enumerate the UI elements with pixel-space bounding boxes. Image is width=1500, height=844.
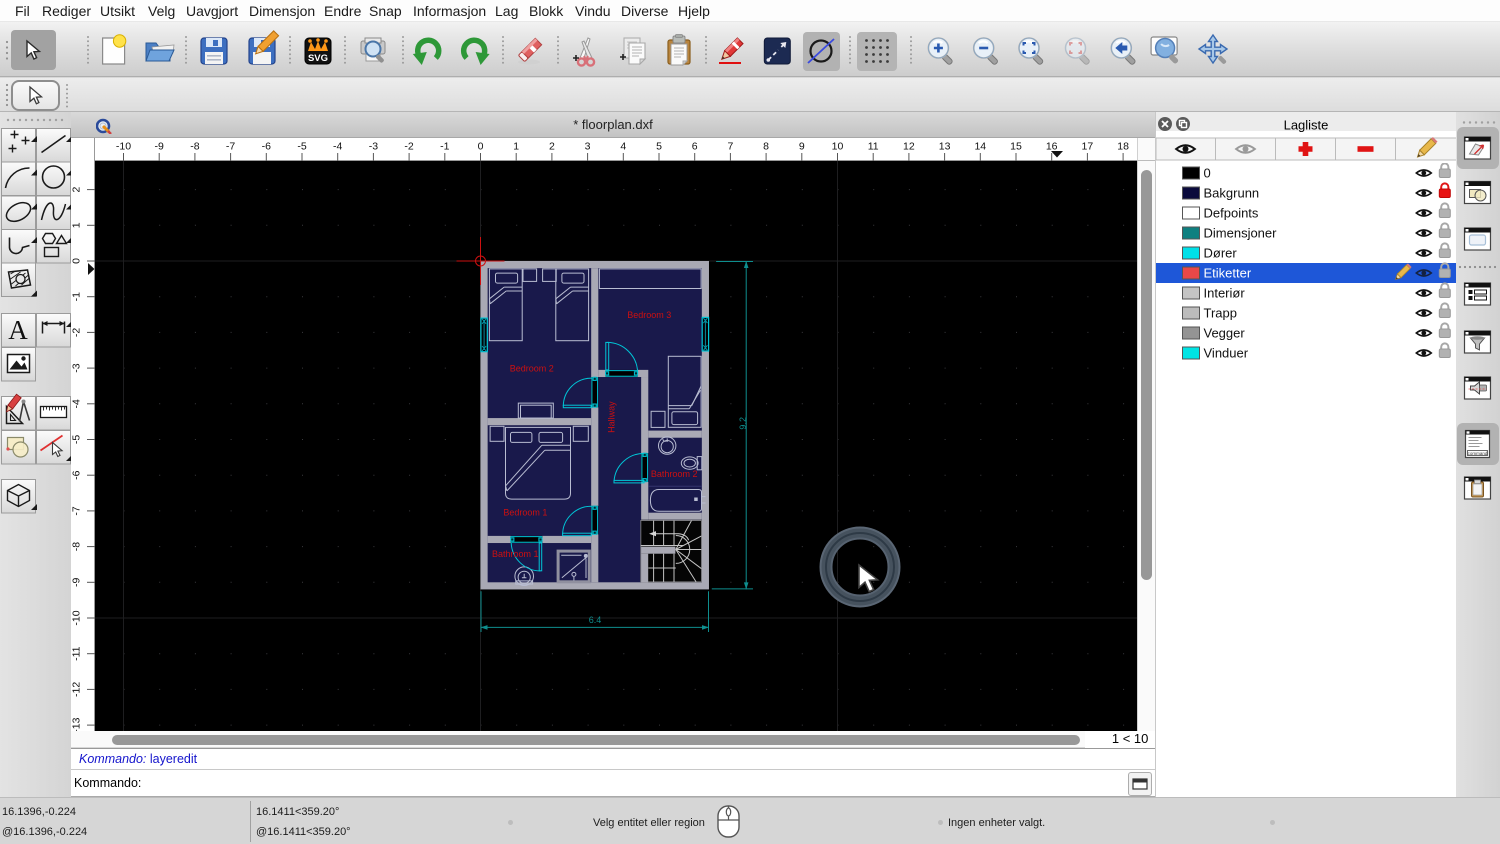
svg-text:9.2: 9.2 [738, 417, 748, 430]
svg-text:Bedroom 2: Bedroom 2 [510, 364, 554, 374]
svg-text:Bathroom 2: Bathroom 2 [651, 469, 698, 479]
svg-text:-13: -13 [71, 717, 83, 731]
svg-text:-4: -4 [71, 399, 83, 408]
svg-text:-7: -7 [71, 506, 83, 515]
svg-text:-10: -10 [71, 610, 83, 625]
svg-text:-3: -3 [71, 363, 83, 372]
svg-text:-5: -5 [297, 141, 306, 153]
svg-text:2: 2 [71, 187, 83, 193]
svg-text:-1: -1 [71, 292, 83, 301]
svg-text:SVG: SVG [308, 53, 328, 64]
svg-text:-2: -2 [71, 328, 83, 337]
svg-text:0: 0 [1204, 166, 1211, 181]
svg-text:-9: -9 [155, 141, 164, 153]
svg-text:2: 2 [549, 141, 555, 153]
svg-text:18: 18 [1117, 141, 1129, 153]
svg-text:-5: -5 [71, 435, 83, 444]
svg-text:16: 16 [1046, 141, 1058, 153]
svg-text:-7: -7 [226, 141, 235, 153]
svg-text:1: 1 [513, 141, 519, 153]
svg-text:A: A [8, 315, 28, 345]
svg-text:-3: -3 [369, 141, 378, 153]
svg-text:Bedroom 1: Bedroom 1 [503, 508, 547, 518]
svg-text:5: 5 [656, 141, 662, 153]
svg-text:-1: -1 [440, 141, 449, 153]
svg-text:-10: -10 [116, 141, 131, 153]
svg-text:-9: -9 [71, 577, 83, 586]
svg-text:13: 13 [939, 141, 951, 153]
svg-text:-6: -6 [71, 470, 83, 479]
svg-text:Trapp: Trapp [1204, 306, 1237, 321]
svg-text:0: 0 [478, 141, 484, 153]
svg-text:15: 15 [1010, 141, 1022, 153]
svg-text:Lagliste: Lagliste [1284, 118, 1329, 133]
svg-text:Etiketter: Etiketter [1204, 266, 1252, 281]
svg-text:Bedroom 3: Bedroom 3 [627, 310, 671, 320]
svg-text:-4: -4 [333, 141, 342, 153]
svg-text:Hallway: Hallway [606, 401, 616, 433]
svg-text:8: 8 [763, 141, 769, 153]
svg-text:Interiør: Interiør [1204, 286, 1246, 301]
svg-text:6.4: 6.4 [589, 615, 602, 625]
svg-text:1: 1 [71, 222, 83, 228]
svg-text:Vegger: Vegger [1204, 326, 1246, 341]
svg-text:-6: -6 [262, 141, 271, 153]
svg-text:17: 17 [1082, 141, 1094, 153]
svg-text:14: 14 [974, 141, 986, 153]
svg-text:-8: -8 [190, 141, 199, 153]
svg-text:-8: -8 [71, 542, 83, 551]
svg-text:Bathroom 1: Bathroom 1 [492, 549, 539, 559]
svg-text:3: 3 [585, 141, 591, 153]
svg-text:4: 4 [620, 141, 626, 153]
svg-text:12: 12 [903, 141, 915, 153]
svg-text:7: 7 [727, 141, 733, 153]
svg-text:-2: -2 [404, 141, 413, 153]
svg-text:-12: -12 [71, 682, 83, 697]
svg-text:Dører: Dører [1204, 246, 1238, 261]
svg-text:10: 10 [832, 141, 844, 153]
svg-text:6: 6 [692, 141, 698, 153]
svg-text:Vinduer: Vinduer [1204, 346, 1249, 361]
svg-text:Dimensjoner: Dimensjoner [1204, 226, 1278, 241]
svg-text:11: 11 [868, 141, 879, 153]
svg-text:Bakgrunn: Bakgrunn [1204, 186, 1260, 201]
svg-text:-11: -11 [71, 646, 83, 661]
svg-text:command: command [1468, 451, 1488, 456]
svg-text:0: 0 [71, 258, 83, 264]
svg-text:Defpoints: Defpoints [1204, 206, 1259, 221]
svg-text:9: 9 [799, 141, 805, 153]
